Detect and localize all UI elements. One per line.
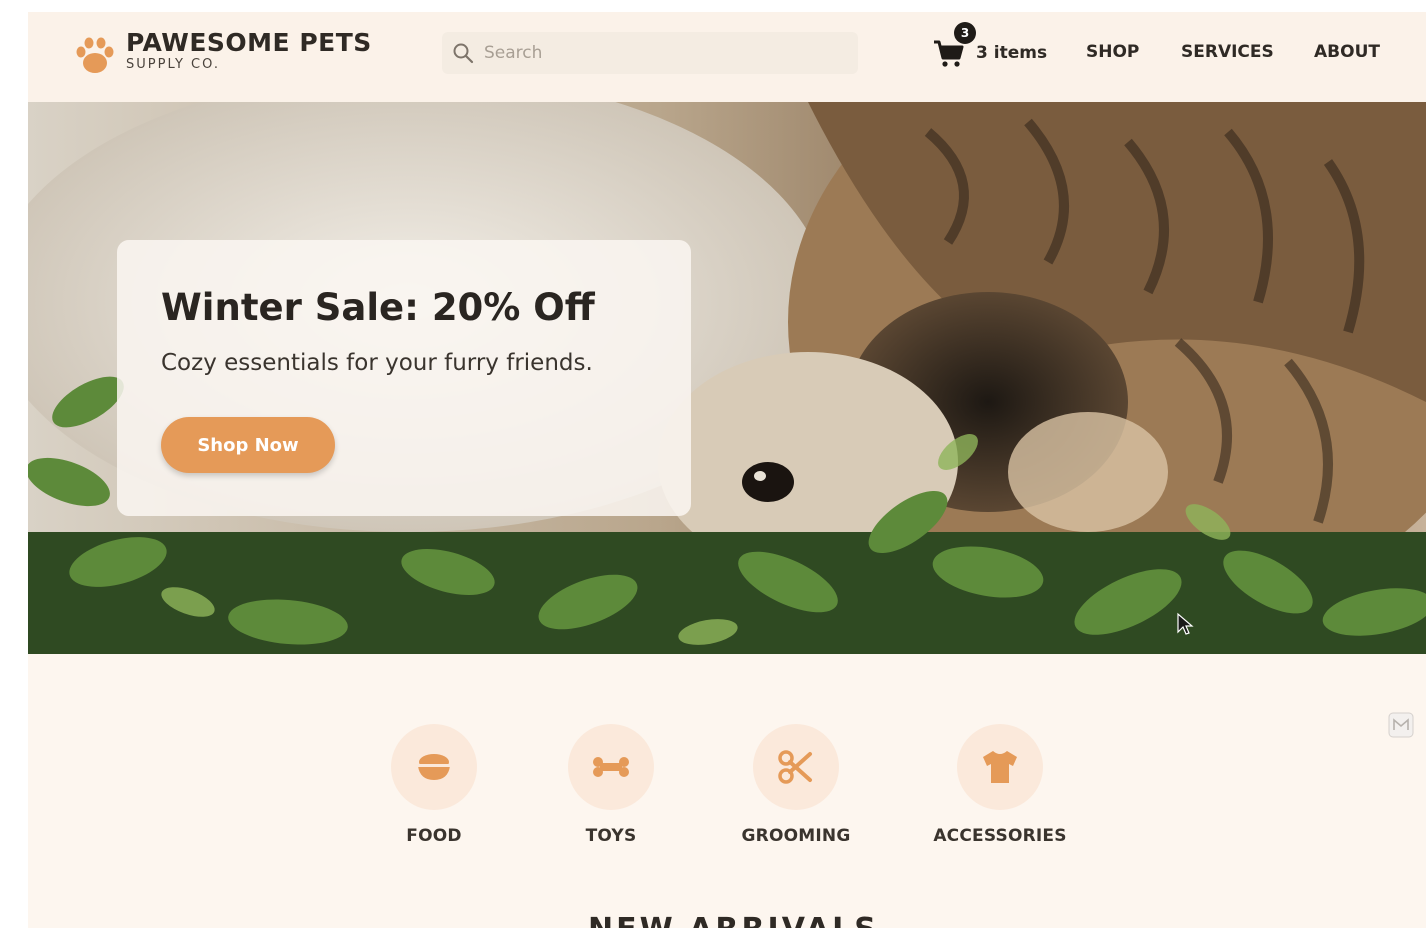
- category-label: TOYS: [585, 826, 637, 846]
- promo-subtitle: Cozy essentials for your furry friends.: [161, 350, 593, 376]
- paw-icon: [76, 37, 114, 73]
- nav-shop[interactable]: SHOP: [1086, 42, 1139, 62]
- category-list: FOOD TOYS GROOMING ACCESSORIES: [28, 724, 1426, 874]
- brand-name: PAWESOME PETS: [126, 28, 372, 57]
- new-arrivals-heading: NEW ARRIVALS: [588, 912, 879, 928]
- cart-items-label: 3 items: [976, 43, 1048, 63]
- brand-logo[interactable]: PAWESOME PETS SUPPLY CO.: [72, 30, 372, 78]
- nav-services[interactable]: SERVICES: [1181, 42, 1274, 62]
- cart-count-badge: 3: [954, 22, 976, 44]
- category-icon-circle: [957, 724, 1043, 810]
- side-widget-icon[interactable]: [1388, 712, 1414, 738]
- promo-card: Winter Sale: 20% Off Cozy essentials for…: [117, 240, 691, 516]
- promo-title: Winter Sale: 20% Off: [161, 286, 595, 329]
- site-header: PAWESOME PETS SUPPLY CO. 3 3 items: [28, 12, 1426, 102]
- category-icon-circle: [391, 724, 477, 810]
- category-label: FOOD: [406, 826, 462, 846]
- tshirt-icon: [983, 751, 1017, 783]
- nav-about[interactable]: ABOUT: [1314, 42, 1380, 62]
- category-icon-circle: [753, 724, 839, 810]
- mouse-cursor-icon: [1177, 612, 1194, 635]
- brand-subtitle: SUPPLY CO.: [126, 57, 220, 72]
- hero-banner: Winter Sale: 20% Off Cozy essentials for…: [28, 102, 1426, 654]
- food-bowl-icon: [418, 754, 450, 780]
- bone-icon: [593, 757, 629, 777]
- category-food[interactable]: FOOD: [344, 724, 524, 846]
- search-input[interactable]: [484, 43, 844, 63]
- scissors-icon: [778, 750, 812, 784]
- brand-text: PAWESOME PETS SUPPLY CO.: [126, 30, 372, 72]
- category-grooming[interactable]: GROOMING: [706, 724, 886, 846]
- search-icon: [453, 43, 474, 64]
- cart-button[interactable]: 3 3 items: [932, 22, 1048, 70]
- search-bar[interactable]: [442, 32, 858, 74]
- category-label: ACCESSORIES: [933, 826, 1067, 846]
- category-icon-circle: [568, 724, 654, 810]
- category-label: GROOMING: [741, 826, 851, 846]
- page: PAWESOME PETS SUPPLY CO. 3 3 items: [28, 12, 1426, 928]
- category-accessories[interactable]: ACCESSORIES: [910, 724, 1090, 846]
- shop-now-button[interactable]: Shop Now: [161, 417, 335, 473]
- cart-icon-wrap: 3: [932, 22, 976, 70]
- category-toys[interactable]: TOYS: [521, 724, 701, 846]
